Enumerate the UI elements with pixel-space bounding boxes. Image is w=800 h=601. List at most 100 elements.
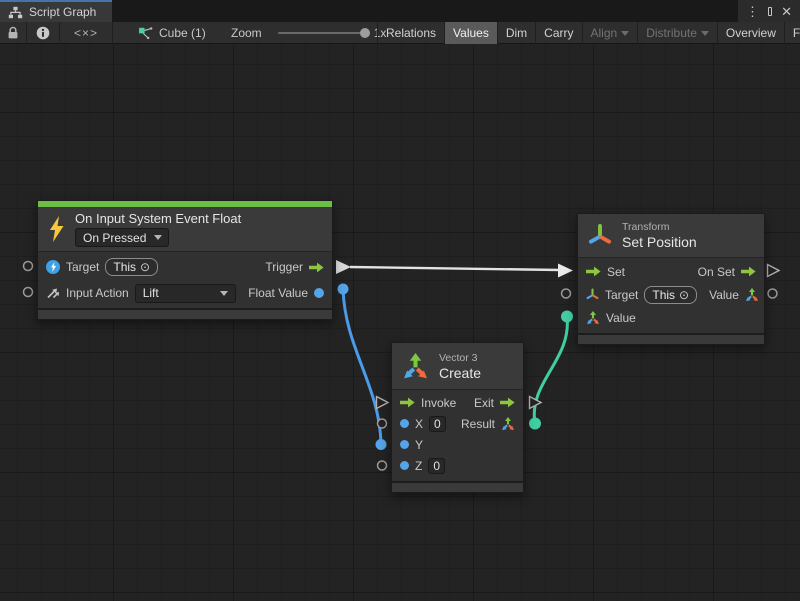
wire-control-arrowhead [558, 264, 573, 278]
value-box-x[interactable]: 0 [429, 416, 446, 432]
graph-icon [8, 6, 23, 19]
float-port-dot [400, 419, 409, 428]
node-kind: Vector 3 [439, 352, 481, 364]
row-label: Trigger [265, 260, 303, 274]
node-header[interactable]: Vector 3 Create [392, 343, 523, 390]
port-row-target: Target This ⊙ Value [578, 283, 764, 306]
row-label: Input Action [66, 286, 129, 300]
vector3-icon [501, 417, 515, 431]
row-label: Invoke [421, 396, 456, 410]
row-label: Y [415, 438, 423, 452]
event-mode-dropdown[interactable]: On Pressed [75, 228, 169, 247]
node-header[interactable]: On Input System Event Float On Pressed [38, 207, 332, 252]
tab-script-graph[interactable]: Script Graph [0, 0, 112, 22]
code-view-button[interactable]: <×> [60, 22, 113, 44]
info-button[interactable] [27, 22, 60, 44]
row-label: Value [709, 288, 739, 302]
object-picker-chip[interactable]: This ⊙ [105, 258, 158, 276]
wire-control [350, 267, 560, 270]
port-transform-value-output[interactable] [768, 289, 777, 298]
port-y-input[interactable] [376, 439, 387, 450]
toolbar-button-relations[interactable]: Relations [377, 22, 444, 44]
node-header[interactable]: Transform Set Position [578, 214, 764, 258]
port-trigger-output[interactable] [336, 260, 351, 274]
port-result-output[interactable] [529, 418, 541, 430]
port-float-value-output[interactable] [338, 284, 349, 295]
target-picker-icon[interactable]: ⊙ [140, 261, 150, 273]
toolbar-button-distribute: Distribute [637, 22, 717, 44]
row-label: On Set [698, 265, 735, 279]
port-row-value: Value [578, 306, 764, 329]
vector3-icon [586, 311, 600, 325]
port-transform-target-input[interactable] [562, 289, 571, 298]
node-footer [392, 481, 523, 492]
toolbar-button-overview[interactable]: Overview [717, 22, 784, 44]
port-z-input[interactable] [378, 461, 387, 470]
vector3-icon [402, 353, 429, 380]
toolbar-button-full-screen[interactable]: Full Screen [784, 22, 800, 44]
node-title: On Input System Event Float [75, 211, 241, 226]
port-exit-output[interactable] [530, 397, 542, 409]
node-body: Invoke Exit X 0 Result [392, 390, 523, 479]
row-label: Z [415, 459, 422, 473]
toolbar-button-values[interactable]: Values [444, 22, 497, 44]
port-invoke-input[interactable] [377, 397, 389, 409]
row-label: Target [66, 260, 99, 274]
chevron-down-icon [701, 31, 709, 36]
port-row-input-action: Input Action Lift Float Value [38, 280, 332, 306]
float-port-dot [314, 288, 324, 298]
row-label: Target [605, 288, 638, 302]
port-row-invoke: Invoke Exit [392, 392, 523, 413]
port-transform-value-input[interactable] [561, 311, 573, 323]
node-footer [578, 333, 764, 344]
lightning-bolt-icon [48, 216, 65, 242]
row-label: X [415, 417, 423, 431]
row-label: Set [607, 265, 625, 279]
port-x-input[interactable] [378, 419, 387, 428]
zoom-slider-handle[interactable] [360, 28, 370, 38]
node-title: Set Position [622, 234, 697, 250]
chevron-down-icon [154, 235, 162, 240]
toolbar-button-dim[interactable]: Dim [497, 22, 535, 44]
window-maximize-icon[interactable] [768, 7, 772, 16]
window-close-icon[interactable]: ✕ [781, 5, 792, 18]
chevron-down-icon [621, 31, 629, 36]
node-footer [38, 308, 332, 319]
node-vector3-create[interactable]: Vector 3 Create Invoke Exit [391, 342, 524, 493]
port-row-z: Z 0 [392, 455, 523, 476]
lock-button[interactable] [0, 22, 27, 44]
port-on-set-output[interactable] [768, 265, 780, 277]
node-body: Target This ⊙ Trigger [38, 252, 332, 306]
value-box-z[interactable]: 0 [428, 458, 445, 474]
node-transform-set-position[interactable]: Transform Set Position Set On Set [577, 213, 765, 345]
port-event-inputaction-input[interactable] [24, 288, 33, 297]
zoom-slider[interactable] [278, 32, 368, 34]
port-event-target-input[interactable] [24, 262, 33, 271]
object-picker-chip[interactable]: This ⊙ [644, 286, 697, 304]
graph-pointer[interactable]: Cube (1) [138, 22, 206, 44]
node-kind: Transform [622, 221, 697, 233]
graph-canvas[interactable]: On Input System Event Float On Pressed T… [0, 44, 800, 601]
zoom-label: Zoom [231, 26, 262, 40]
lock-icon [7, 26, 19, 40]
flow-arrow-icon [309, 262, 324, 273]
wire-float [343, 289, 381, 445]
transform-icon [586, 288, 599, 302]
graph-asset-icon [138, 26, 153, 40]
float-port-dot [400, 440, 409, 449]
wire-vector3 [534, 317, 567, 424]
float-port-dot [400, 461, 409, 470]
port-row-y: Y [392, 434, 523, 455]
toolbar-buttons: Relations Values Dim Carry Align Distrib… [377, 22, 800, 44]
target-picker-icon[interactable]: ⊙ [679, 289, 689, 301]
input-action-icon [46, 286, 60, 300]
node-on-input-system-event-float[interactable]: On Input System Event Float On Pressed T… [37, 200, 333, 320]
input-action-dropdown[interactable]: Lift [135, 284, 236, 303]
node-body: Set On Set Target This [578, 258, 764, 331]
toolbar-button-carry[interactable]: Carry [535, 22, 581, 44]
code-view-icon: <×> [74, 26, 98, 40]
row-label: Value [606, 311, 636, 325]
flow-arrow-icon [500, 397, 515, 408]
window-menu-icon[interactable]: ⋮ [746, 5, 759, 18]
node-title: Create [439, 365, 481, 381]
